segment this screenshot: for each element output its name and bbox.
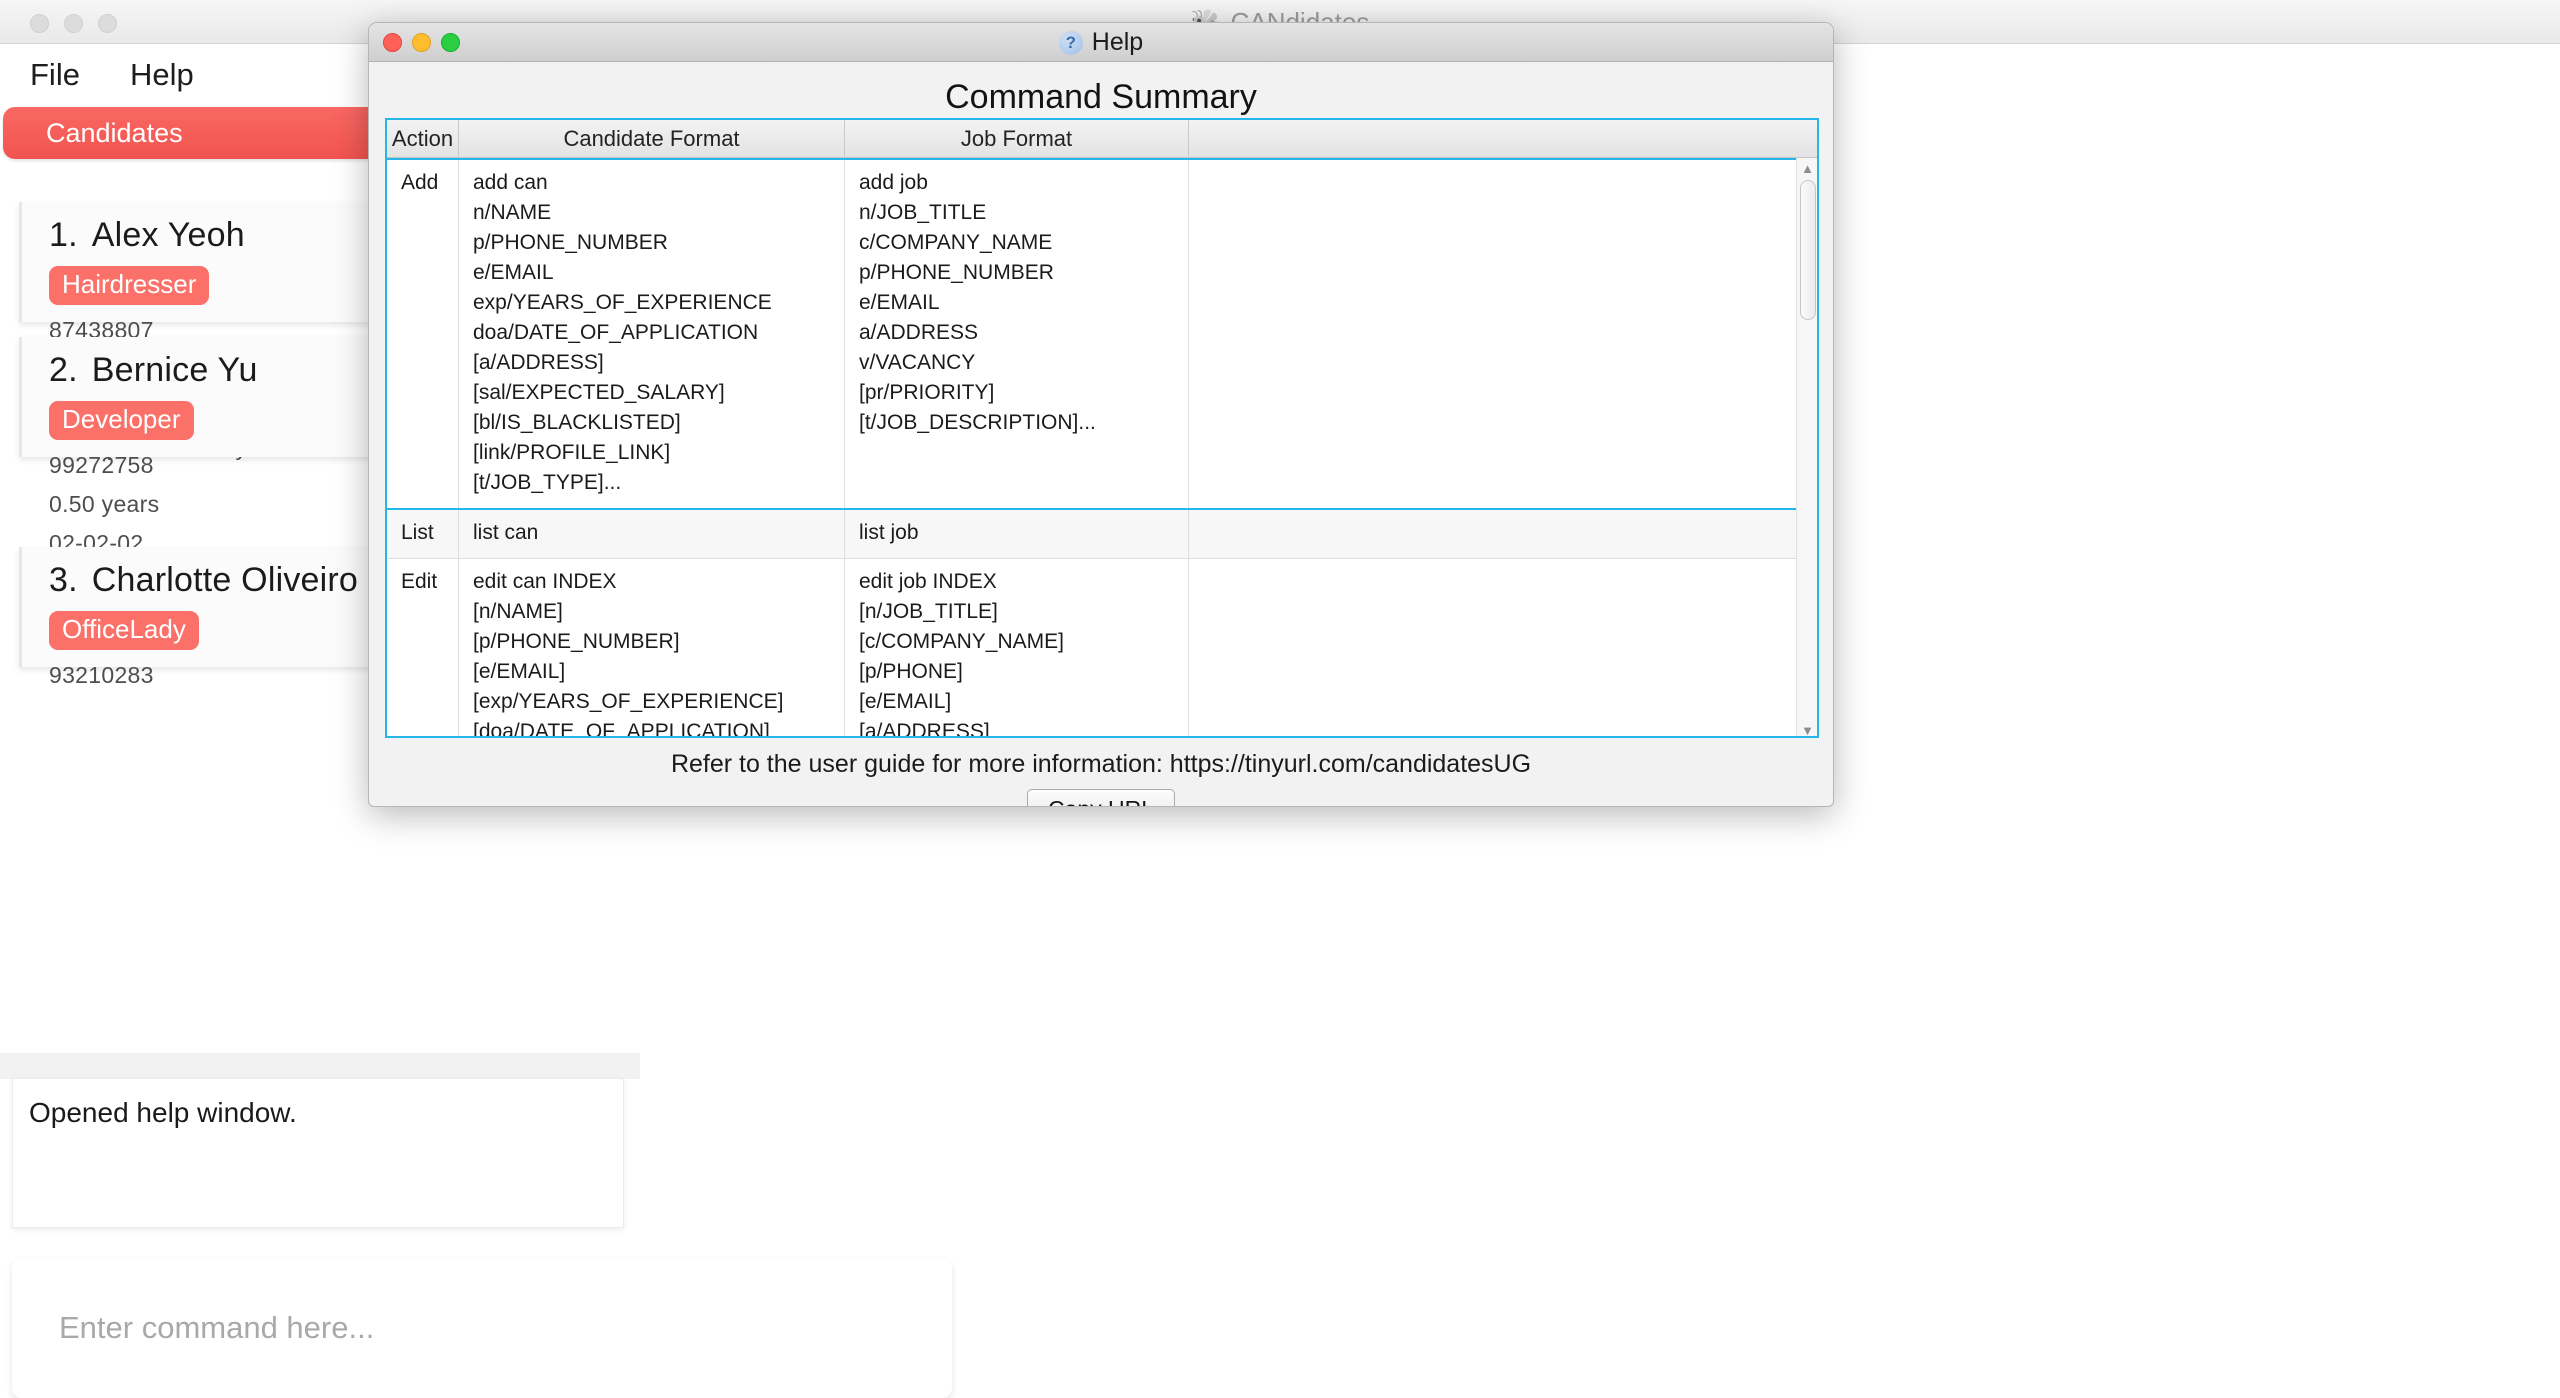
cell-filler [1189, 559, 1800, 736]
user-guide-text: Refer to the user guide for more informa… [670, 750, 1532, 778]
cell-candidate-format: add can n/NAME p/PHONE_NUMBER e/EMAIL ex… [459, 160, 845, 508]
tab-candidates-label: Candidates [46, 117, 183, 148]
page-title: Command Summary [945, 78, 1257, 116]
result-display-box: Opened help window. [12, 1078, 624, 1228]
copy-url-button[interactable]: Copy URL [1026, 789, 1176, 806]
column-header-filler [1189, 120, 1817, 157]
cell-action: Add [387, 160, 459, 508]
candidate-index: 2. [49, 351, 78, 389]
cell-action: Edit [387, 559, 459, 736]
help-window-title-group: ? Help [369, 23, 1833, 62]
status-badge: OfficeLady [49, 611, 199, 650]
cell-job-format: list job [845, 510, 1189, 558]
command-input-placeholder: Enter command here... [59, 1310, 375, 1345]
column-header-candidate-format[interactable]: Candidate Format [459, 120, 845, 157]
cell-filler [1189, 510, 1800, 558]
result-display-text: Opened help window. [29, 1097, 297, 1128]
table-row[interactable]: Edit edit can INDEX [n/NAME] [p/PHONE_NU… [387, 559, 1800, 736]
status-badge: Hairdresser [49, 266, 210, 305]
status-badge: Developer [49, 401, 194, 440]
chevron-down-icon[interactable]: ▼ [1797, 720, 1817, 737]
chevron-up-icon[interactable]: ▲ [1797, 158, 1817, 178]
question-mark-icon: ? [1058, 30, 1083, 55]
cell-filler [1189, 160, 1800, 508]
candidate-index: 3. [49, 561, 78, 599]
table-body: Add add can n/NAME p/PHONE_NUMBER e/EMAI… [387, 158, 1800, 736]
cell-job-format: edit job INDEX [n/JOB_TITLE] [c/COMPANY_… [845, 559, 1189, 736]
cell-action: List [387, 510, 459, 558]
column-header-job-format[interactable]: Job Format [845, 120, 1189, 157]
menu-item-help[interactable]: Help [130, 57, 194, 93]
cell-candidate-format: edit can INDEX [n/NAME] [p/PHONE_NUMBER]… [459, 559, 845, 736]
cell-candidate-format: list can [459, 510, 845, 558]
command-summary-table: Action Candidate Format Job Format Add a… [385, 118, 1819, 738]
column-header-action[interactable]: Action [387, 120, 459, 157]
candidate-index: 1. [49, 216, 78, 254]
help-window-title: Help [1091, 28, 1144, 56]
table-row[interactable]: List list can list job [387, 510, 1800, 559]
table-row[interactable]: Add add can n/NAME p/PHONE_NUMBER e/EMAI… [387, 158, 1800, 510]
help-window-titlebar[interactable]: ? Help [369, 23, 1833, 62]
candidate-name: Bernice Yu [91, 351, 258, 389]
help-window: ? Help Command Summary Action Candidate … [368, 22, 1834, 807]
menu-item-file[interactable]: File [30, 57, 80, 93]
vertical-scrollbar[interactable]: ▲ ▼ [1796, 158, 1817, 737]
cell-job-format: add job n/JOB_TITLE c/COMPANY_NAME p/PHO… [845, 160, 1189, 508]
table-header-row: Action Candidate Format Job Format [387, 120, 1817, 158]
candidate-name: Charlotte Oliveiro [91, 561, 359, 599]
command-input-box[interactable]: Enter command here... [12, 1258, 952, 1398]
candidate-name: Alex Yeoh [91, 216, 245, 254]
result-divider [0, 1053, 640, 1079]
scrollbar-thumb[interactable] [1800, 180, 1816, 320]
